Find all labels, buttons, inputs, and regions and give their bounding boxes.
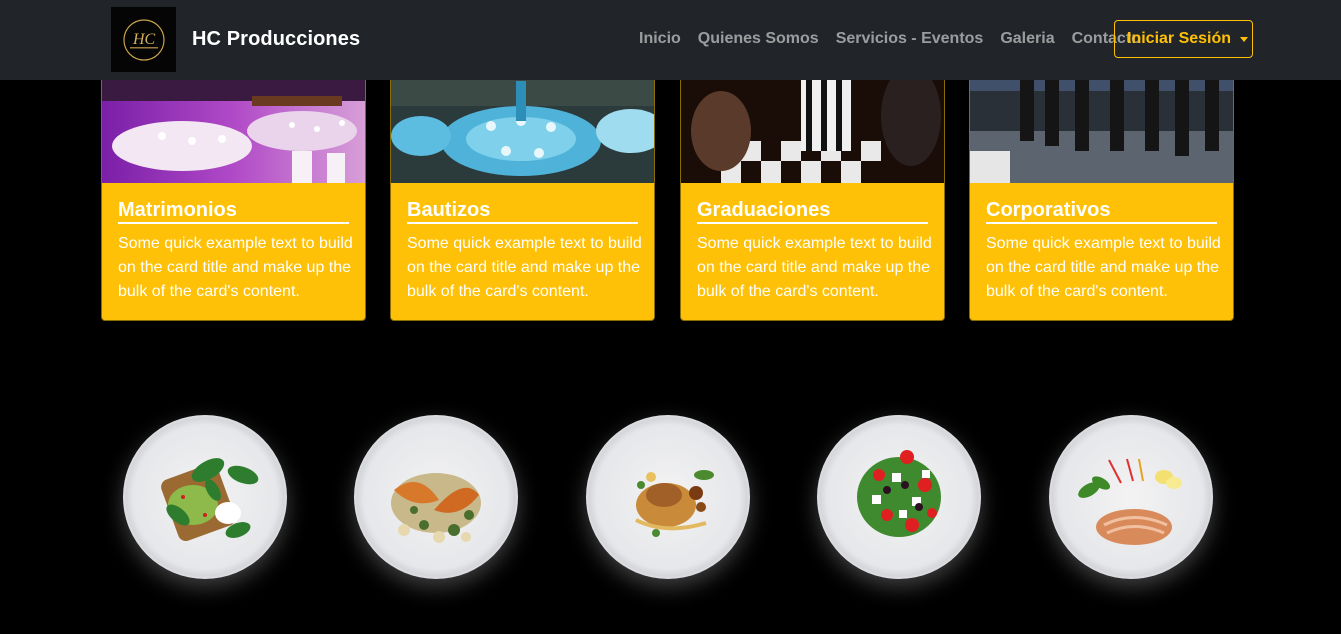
plate-greek-salad-image xyxy=(817,415,981,579)
card-graduaciones: Graduaciones Some quick example text to … xyxy=(680,60,945,321)
brand-logo-icon[interactable]: HC xyxy=(111,7,176,72)
caret-down-icon xyxy=(1240,37,1249,42)
card-corporativos: Corporativos Some quick example text to … xyxy=(969,60,1234,321)
card-title: Matrimonios xyxy=(118,199,349,224)
nav-link-galeria[interactable]: Galeria xyxy=(1000,30,1054,48)
login-button-label: Iniciar Sesión xyxy=(1127,30,1232,47)
navbar: HC HC Producciones Inicio Quienes Somos … xyxy=(0,0,1341,80)
card-bautizos: Bautizos Some quick example text to buil… xyxy=(390,60,655,321)
nav-link-inicio[interactable]: Inicio xyxy=(639,30,681,48)
plate-avocado-toast-image xyxy=(123,415,287,579)
brand-name[interactable]: HC Producciones xyxy=(192,28,360,51)
card-title: Bautizos xyxy=(407,199,638,224)
nav-link-servicios-eventos[interactable]: Servicios - Eventos xyxy=(836,30,984,48)
login-dropdown-button[interactable]: Iniciar Sesión xyxy=(1114,20,1253,58)
card-title: Corporativos xyxy=(986,199,1217,224)
card-title: Graduaciones xyxy=(697,199,928,224)
svg-text:HC: HC xyxy=(132,31,156,48)
card-text: Some quick example text to build on the … xyxy=(697,235,932,300)
nav-link-quienes-somos[interactable]: Quienes Somos xyxy=(698,30,819,48)
nav-links: Inicio Quienes Somos Servicios - Eventos… xyxy=(639,30,1141,48)
card-text: Some quick example text to build on the … xyxy=(118,235,353,300)
plate-salmon-image xyxy=(354,415,518,579)
card-text: Some quick example text to build on the … xyxy=(407,235,642,300)
card-text: Some quick example text to build on the … xyxy=(986,235,1221,300)
plate-fish-image xyxy=(1049,415,1213,579)
plate-chicken-image xyxy=(586,415,750,579)
card-matrimonios: Matrimonios Some quick example text to b… xyxy=(101,60,366,321)
